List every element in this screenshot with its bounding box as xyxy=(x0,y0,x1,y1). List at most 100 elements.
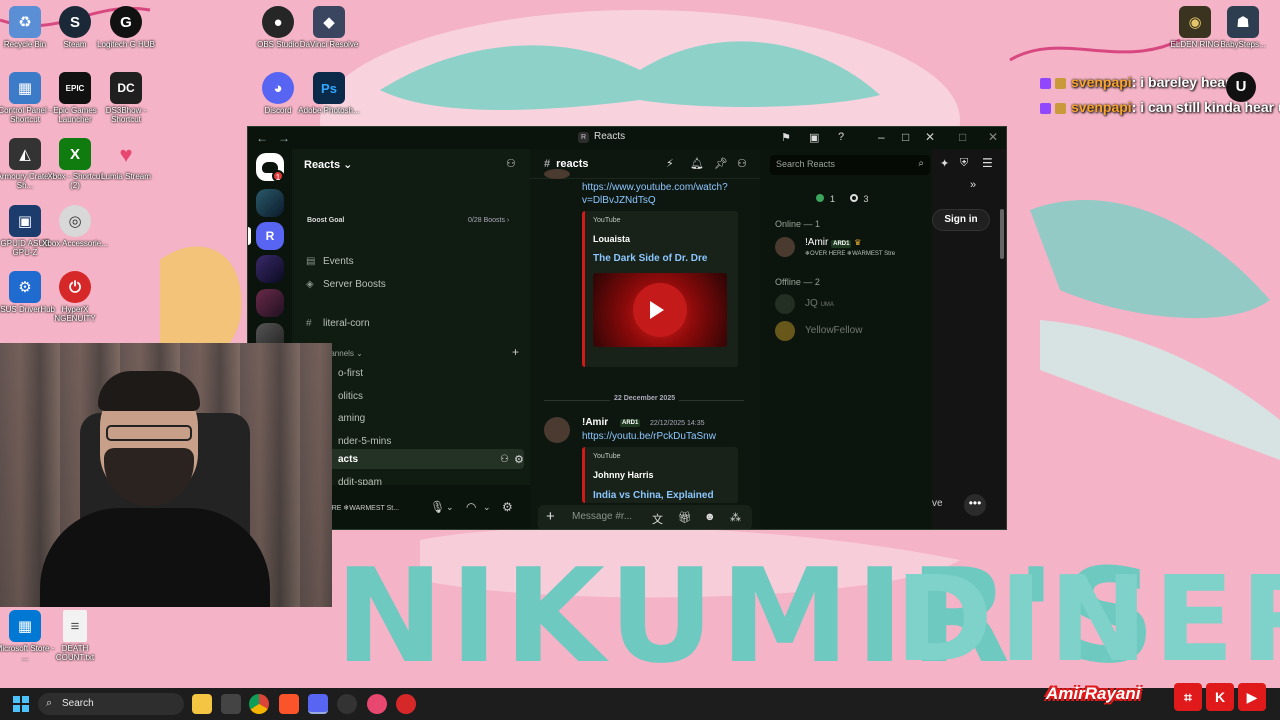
obs-taskbar-icon[interactable] xyxy=(337,694,357,714)
streamer-name: AmirRayani xyxy=(1046,684,1141,703)
partial-button-text[interactable]: ve xyxy=(932,498,943,509)
headphones-icon[interactable]: ◠ xyxy=(466,500,476,514)
microphone-icon[interactable]: 🎙︎ xyxy=(430,500,445,514)
guild-tag-badge: ARD1 xyxy=(831,240,852,248)
embed-author[interactable]: Louaista xyxy=(593,234,630,244)
ds3-shortcut[interactable]: DC DS3Bhow - Shortcut xyxy=(93,72,159,124)
brave-icon[interactable] xyxy=(279,694,299,714)
hash-icon: # xyxy=(306,318,312,329)
channel-settings-icon[interactable]: ⚙ xyxy=(514,453,524,466)
message-timestamp: 22/12/2025 14:35 xyxy=(650,420,705,427)
channel-item[interactable]: olitics xyxy=(338,391,363,402)
babysteps-shortcut[interactable]: ☗ BabySteps... xyxy=(1210,6,1276,49)
embed-title[interactable]: The Dark Side of Dr. Dre xyxy=(593,253,707,264)
server-name-dropdown[interactable]: Reacts ⌄ xyxy=(304,158,352,171)
pin-icon[interactable]: 📌︎ xyxy=(714,157,728,170)
member-avatar[interactable] xyxy=(775,294,795,314)
chevron-down-icon[interactable]: ⌄ xyxy=(446,502,454,513)
message-link[interactable]: https://www.youtube.com/watch?v=DlBvJZNd… xyxy=(582,181,742,207)
flag-icon[interactable]: ⚑ xyxy=(781,131,791,144)
embed-author[interactable]: Johnny Harris xyxy=(593,470,654,480)
back-arrow-icon[interactable]: ← xyxy=(256,131,270,145)
add-member-icon[interactable]: ⚇ xyxy=(506,157,516,170)
menu-icon[interactable]: ☰ xyxy=(982,156,993,170)
xbox-accessories-shortcut[interactable]: ◎ Xbox Accessorie... xyxy=(42,205,108,248)
member-name[interactable]: YellowFellow xyxy=(805,325,862,336)
logitech-ghub-shortcut[interactable]: G Logitech G HUB xyxy=(93,6,159,49)
hyperx-taskbar-icon[interactable] xyxy=(396,694,416,714)
davinci-shortcut[interactable]: ◆ DaVinci Resolve xyxy=(296,6,362,49)
message-input[interactable] xyxy=(572,511,636,522)
scrollbar[interactable] xyxy=(1000,209,1004,259)
inbox-icon[interactable]: ▣ xyxy=(809,131,819,144)
gift-icon[interactable]: 🎁︎ xyxy=(678,511,692,524)
file-explorer-icon[interactable] xyxy=(192,694,212,714)
nav-events[interactable]: ▤ Events xyxy=(306,256,354,267)
browser-close-button[interactable]: ✕ xyxy=(988,130,998,144)
lumia-stream-shortcut[interactable]: ♥ Lumia Stream xyxy=(93,138,159,181)
close-button[interactable]: ✕ xyxy=(925,130,935,144)
chevron-down-icon[interactable]: ⌄ xyxy=(483,502,491,513)
user-settings-icon[interactable]: ⚙ xyxy=(502,500,513,514)
forward-arrow-icon[interactable]: → xyxy=(278,131,292,145)
apps-icon[interactable]: ⁂ xyxy=(730,511,741,524)
taskbar-search-input[interactable] xyxy=(62,698,172,709)
hyperx-shortcut[interactable]: ⏻ HyperX NGENUITY xyxy=(42,271,108,323)
browser-maximize-button[interactable]: □ xyxy=(959,130,966,144)
help-icon[interactable]: ? xyxy=(838,131,844,143)
channel-item[interactable]: o-first xyxy=(338,368,363,379)
translate-icon[interactable]: 文 xyxy=(652,511,663,527)
death-count-file[interactable]: ≡ DEATH COUNT.txt xyxy=(42,610,108,662)
video-thumbnail[interactable] xyxy=(593,273,727,347)
nav-server-boosts[interactable]: ◈ Server Boosts xyxy=(306,279,386,290)
threads-icon[interactable]: ⚡ xyxy=(666,157,674,170)
member-list-icon[interactable]: ⚇ xyxy=(737,157,747,170)
embed-title[interactable]: India vs China, Explained xyxy=(593,490,714,501)
message-link[interactable]: https://youtu.be/rPckDuTaSnw xyxy=(582,431,716,442)
search-icon[interactable]: ⌕ xyxy=(46,697,52,710)
message-author[interactable]: !Amir xyxy=(582,417,608,428)
calculator-icon[interactable] xyxy=(221,694,241,714)
extensions-icon[interactable]: ✦ xyxy=(940,157,949,170)
chrome-icon[interactable] xyxy=(249,694,269,714)
lumia-taskbar-icon[interactable] xyxy=(367,694,387,714)
member-name[interactable]: !Amir ARD1 ♛ xyxy=(805,237,861,248)
maximize-button[interactable]: □ xyxy=(902,130,909,144)
server-search-input[interactable] xyxy=(776,159,906,169)
add-channel-icon[interactable]: + xyxy=(512,345,519,359)
channel-reacts-active[interactable]: acts xyxy=(338,454,358,465)
guild-tag-badge: ARD1 xyxy=(620,419,641,427)
member-name[interactable]: JQ UMA xyxy=(805,298,834,309)
server-icon[interactable] xyxy=(256,255,284,283)
bell-icon[interactable]: 🔔︎ xyxy=(690,157,704,170)
search-icon[interactable]: ⌕ xyxy=(918,158,924,169)
server-icon[interactable] xyxy=(256,189,284,217)
expand-icon[interactable]: » xyxy=(970,179,976,191)
message-avatar[interactable] xyxy=(544,169,570,179)
chat-area: # reacts ⚡ 🔔︎ 📌︎ ⚇ https://www.youtube.co… xyxy=(530,149,760,529)
more-options-button[interactable]: ••• xyxy=(964,494,986,516)
channel-item[interactable]: aming xyxy=(338,413,365,424)
streamer-hoodie xyxy=(40,508,270,607)
channel-literal-corn[interactable]: # literal-corn xyxy=(306,318,370,329)
server-icon-reacts[interactable]: R xyxy=(256,222,284,250)
boost-count[interactable]: 0/28 Boosts › xyxy=(468,217,509,224)
shield-icon[interactable]: ⛨ xyxy=(960,157,968,170)
message-avatar[interactable] xyxy=(544,417,570,443)
member-avatar[interactable] xyxy=(775,321,795,341)
channel-item[interactable]: nder-5-mins xyxy=(338,436,391,447)
discord-taskbar-icon[interactable] xyxy=(308,694,328,714)
member-avatar[interactable] xyxy=(775,237,795,257)
chat-channel-title: # reacts xyxy=(544,158,589,170)
emoji-icon[interactable]: ☻ xyxy=(704,511,716,523)
windows-start-icon[interactable] xyxy=(13,696,29,712)
embed-provider: YouTube xyxy=(593,453,621,460)
invite-icon[interactable]: ⚇ xyxy=(500,454,509,465)
play-icon[interactable] xyxy=(650,301,664,319)
boost-goal-label: Boost Goal xyxy=(307,217,345,224)
minimize-button[interactable]: – xyxy=(878,130,885,144)
server-icon[interactable] xyxy=(256,289,284,317)
attach-plus-icon[interactable]: + xyxy=(546,508,555,525)
sign-in-button[interactable]: Sign in xyxy=(932,209,990,231)
photoshop-shortcut[interactable]: Ps Adobe Photosh... xyxy=(296,72,362,115)
